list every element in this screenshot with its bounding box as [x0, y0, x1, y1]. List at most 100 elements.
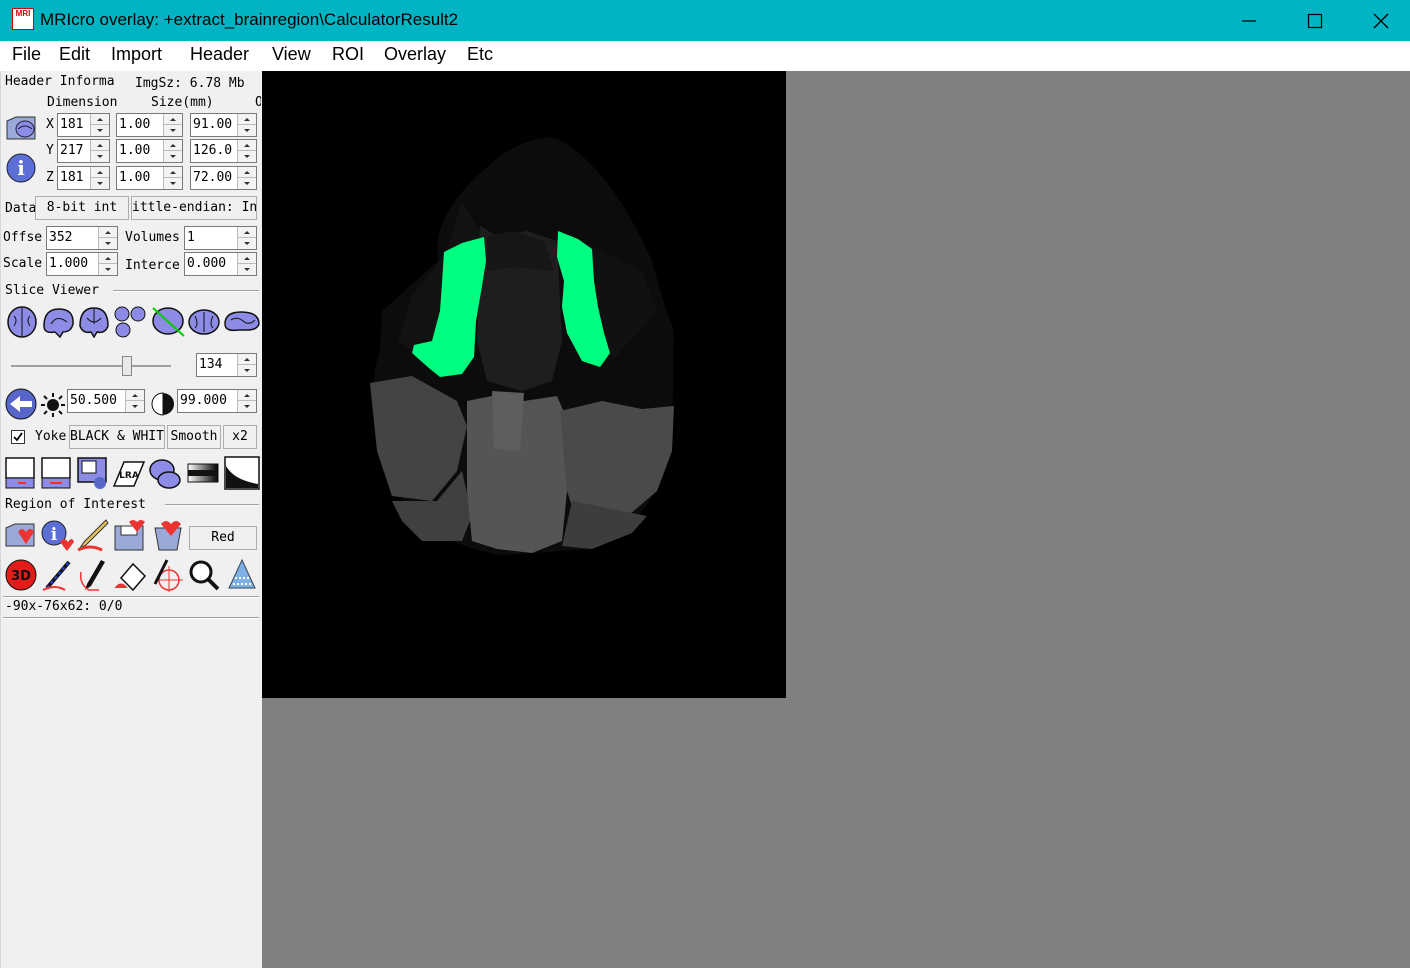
histogram-button[interactable] [224, 456, 260, 490]
spin-arrows[interactable] [237, 354, 256, 376]
roi-save-button[interactable] [113, 518, 147, 552]
zoom-x2-button[interactable]: x2 [223, 425, 257, 449]
reset-contrast-button[interactable] [4, 387, 38, 421]
brightness-spin[interactable]: 50.500 [67, 389, 145, 413]
spin-arrows[interactable] [98, 253, 117, 275]
overlay-right-button[interactable] [40, 456, 74, 490]
offset-spin[interactable]: 352 [46, 226, 118, 250]
slice-number-spin[interactable]: 134 [196, 353, 257, 377]
colorscheme-button[interactable]: BLACK & WHITE [69, 425, 165, 449]
surface-view-button[interactable] [223, 304, 261, 338]
back-arrow-icon [5, 388, 37, 420]
svg-text:3D: 3D [11, 569, 31, 584]
origin-z-value: 72.00 [193, 170, 233, 185]
roi-fill-button[interactable] [113, 558, 147, 592]
menu-overlay[interactable]: Overlay [384, 44, 446, 65]
spin-arrows[interactable] [163, 114, 182, 136]
spin-arrows[interactable] [237, 390, 256, 412]
spin-arrows[interactable] [90, 167, 109, 189]
image-size-label: ImgSz: 6.78 Mb [135, 76, 245, 91]
spin-arrows[interactable] [90, 114, 109, 136]
render-brain-icon [188, 309, 220, 335]
colorbar-button[interactable] [186, 456, 220, 490]
menu-edit[interactable]: Edit [59, 44, 90, 65]
minimize-button[interactable] [1216, 0, 1282, 41]
roi-open-button[interactable] [4, 518, 38, 552]
overlay-left-button[interactable] [4, 456, 38, 490]
status-divider [3, 617, 259, 619]
orientation-button[interactable]: LRA [112, 456, 146, 490]
roi-info-button[interactable]: i [40, 518, 74, 552]
menu-etc[interactable]: Etc [467, 44, 493, 65]
dim-x-spin[interactable]: 181 [57, 113, 110, 137]
intercept-spin[interactable]: 0.000 [184, 252, 257, 276]
size-x-spin[interactable]: 1.00 [116, 113, 183, 137]
roi-line-button[interactable] [41, 558, 75, 592]
sagittal-view-button[interactable] [41, 304, 75, 339]
roi-line-icon [42, 560, 71, 591]
size-z-spin[interactable]: 1.00 [116, 166, 183, 190]
size-y-spin[interactable]: 1.00 [116, 139, 183, 163]
menu-file[interactable]: File [12, 44, 41, 65]
yoke-checkbox[interactable] [11, 430, 25, 444]
spin-arrows[interactable] [98, 227, 117, 249]
size-y-value: 1.00 [119, 143, 151, 158]
magnifier-icon [189, 560, 220, 591]
scale-spin[interactable]: 1.000 [46, 252, 118, 276]
zoom-button[interactable] [187, 558, 221, 592]
roi-delete-button[interactable] [151, 518, 185, 552]
close-button[interactable] [1348, 0, 1410, 41]
slice-number-value: 134 [199, 357, 223, 372]
spin-arrows[interactable] [163, 167, 182, 189]
offset-label: Offse [3, 230, 43, 245]
headphones-brain-button[interactable] [148, 456, 182, 490]
spin-arrows[interactable] [163, 140, 182, 162]
spin-arrows[interactable] [125, 390, 144, 412]
roi-freehand-button[interactable] [77, 558, 111, 592]
dim-z-spin[interactable]: 181 [57, 166, 110, 190]
smooth-button[interactable]: Smooth [167, 425, 221, 449]
open-header-button[interactable] [4, 111, 38, 145]
coronal-view-button[interactable] [77, 304, 111, 339]
menu-view[interactable]: View [272, 44, 311, 65]
spin-arrows[interactable] [237, 227, 256, 249]
origin-x-value: 91.00 [193, 117, 233, 132]
coronal-brain-icon [79, 307, 109, 339]
oblique-view-button[interactable] [151, 304, 185, 338]
spin-arrows[interactable] [237, 253, 256, 275]
menu-header[interactable]: Header [190, 44, 249, 65]
spin-arrows[interactable] [237, 167, 256, 189]
threshold-button[interactable] [225, 558, 259, 592]
overlay-dot-button[interactable] [76, 456, 110, 490]
roi-circle-button[interactable] [149, 558, 183, 592]
spin-arrows[interactable] [237, 114, 256, 136]
spin-arrows[interactable] [90, 140, 109, 162]
origin-label: O [255, 95, 261, 110]
window-title: MRIcro overlay: +extract_brainregion\Cal… [40, 10, 459, 29]
slider-thumb[interactable] [122, 356, 132, 376]
contrast-spin[interactable]: 99.000 [177, 389, 257, 413]
slice-slider[interactable] [11, 354, 171, 378]
render-view-button[interactable] [187, 304, 221, 338]
spin-arrows[interactable] [237, 140, 256, 162]
endian-button[interactable]: ittle-endian: In [131, 196, 257, 220]
slice-image-viewer[interactable] [262, 71, 786, 698]
origin-x-spin[interactable]: 91.00 [190, 113, 257, 137]
multislice-view-button[interactable] [113, 304, 147, 338]
dim-y-spin[interactable]: 217 [57, 139, 110, 163]
maximize-button[interactable] [1282, 0, 1348, 41]
datatype-button[interactable]: 8-bit int [35, 196, 129, 220]
origin-z-spin[interactable]: 72.00 [190, 166, 257, 190]
axis-z-label: Z [46, 170, 54, 185]
svg-text:LRA: LRA [119, 471, 139, 481]
roi-pencil-button[interactable] [76, 518, 110, 552]
axial-view-button[interactable] [5, 304, 39, 338]
info-icon: i [6, 153, 36, 183]
render-3d-button[interactable]: 3D [4, 558, 38, 592]
menu-roi[interactable]: ROI [332, 44, 364, 65]
origin-y-spin[interactable]: 126.0 [190, 139, 257, 163]
menu-import[interactable]: Import [111, 44, 162, 65]
info-button[interactable]: i [4, 151, 38, 185]
roi-color-button[interactable]: Red [189, 526, 257, 550]
volumes-spin[interactable]: 1 [184, 226, 257, 250]
